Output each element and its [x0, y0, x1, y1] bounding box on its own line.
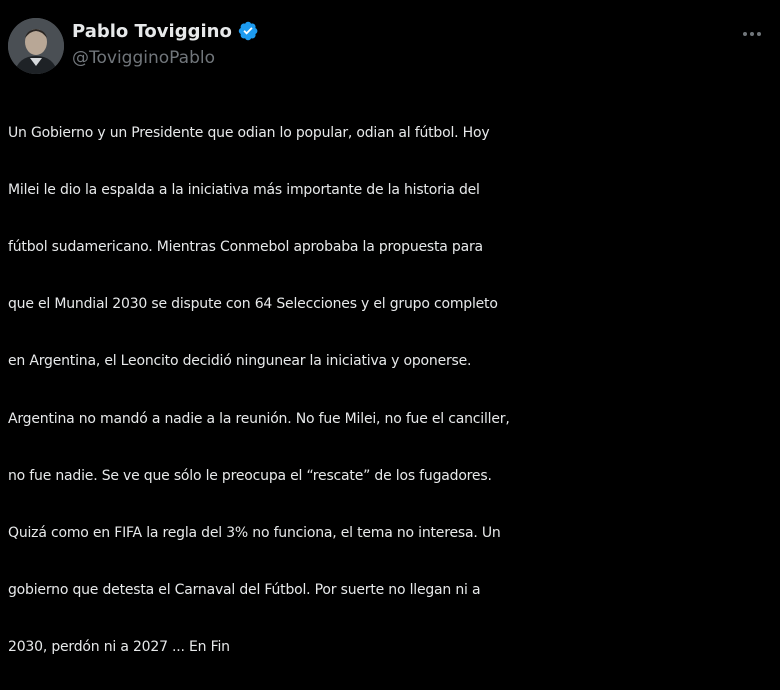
- avatar[interactable]: [8, 18, 64, 74]
- tweet-text-line: en Argentina, el Leoncito decidió ningun…: [8, 353, 472, 370]
- author-names: Pablo Toviggino @TovigginoPablo: [72, 18, 259, 69]
- dot: [743, 32, 747, 36]
- tweet-header: Pablo Toviggino @TovigginoPablo: [8, 12, 772, 76]
- dot: [757, 32, 761, 36]
- tweet-text-line: Milei le dio la espalda a la iniciativa …: [8, 181, 480, 198]
- tweet-text: Un Gobierno y un Presidente que odian lo…: [8, 90, 776, 690]
- avatar-photo: [8, 18, 64, 74]
- tweet-text-line: Un Gobierno y un Presidente que odian lo…: [8, 124, 490, 141]
- tweet-text-line: 2030, perdón ni a 2027 ... En Fin: [8, 639, 230, 656]
- tweet-text-line: Quizá como en FIFA la regla del 3% no fu…: [8, 524, 501, 541]
- more-options-icon[interactable]: [738, 24, 766, 44]
- tweet-text-line: fútbol sudamericano. Mientras Conmebol a…: [8, 238, 483, 255]
- verified-badge-icon[interactable]: [237, 20, 259, 42]
- display-name[interactable]: Pablo Toviggino: [72, 21, 232, 42]
- display-name-row: Pablo Toviggino: [72, 18, 259, 44]
- tweet-text-line: que el Mundial 2030 se dispute con 64 Se…: [8, 296, 498, 313]
- tweet-text-line: gobierno que detesta el Carnaval del Fút…: [8, 582, 481, 599]
- dot: [750, 32, 754, 36]
- author-handle[interactable]: @TovigginoPablo: [72, 47, 259, 69]
- tweet-card: Pablo Toviggino @TovigginoPablo Un Gobie…: [0, 0, 780, 655]
- tweet-text-line: Argentina no mandó a nadie a la reunión.…: [8, 410, 510, 427]
- tweet-text-line: no fue nadie. Se ve que sólo le preocupa…: [8, 467, 492, 484]
